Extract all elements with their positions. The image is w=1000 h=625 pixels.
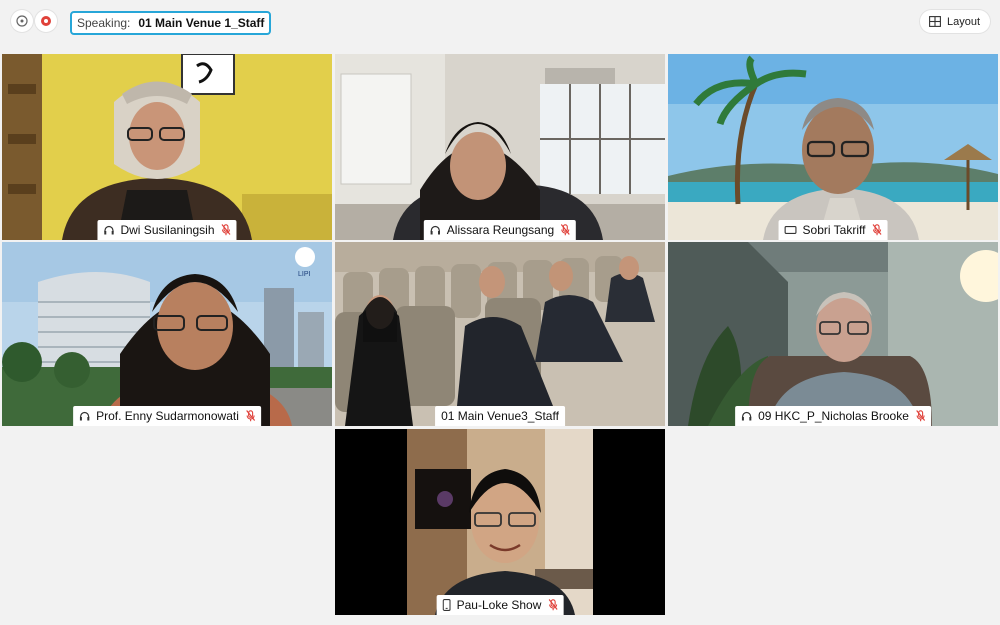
participant-name: Prof. Enny Sudarmonowati [96,409,239,423]
video-feed [335,242,665,426]
participant-nametag: Pau-Loke Show [436,595,564,615]
video-feed [668,242,998,426]
participant-name: Dwi Susilaningsih [120,223,215,237]
video-tile[interactable]: 01 Main Venue3_Staff [335,242,665,426]
participant-nametag: Alissara Reungsang [423,220,577,240]
video-tile[interactable]: Dwi Susilaningsih [2,54,332,240]
participant-name: 09 HKC_P_Nicholas Brooke [758,409,909,423]
video-tile[interactable]: Pau-Loke Show [335,429,665,615]
headset-icon [741,411,752,422]
info-button[interactable] [11,10,33,32]
mic-muted-icon [548,599,558,611]
participant-name: 01 Main Venue3_Staff [441,409,559,423]
info-icon [16,15,28,27]
mic-muted-icon [221,224,231,236]
video-icon [784,225,797,235]
layout-button[interactable]: Layout [919,10,990,33]
layout-label: Layout [946,15,980,28]
video-tile[interactable]: Sobri Takriff [668,54,998,240]
active-speaker-indicator: Speaking: 01 Main Venue 1_Staff [70,11,272,35]
mic-muted-icon [561,224,571,236]
participant-name: Sobri Takriff [802,223,866,237]
participant-nametag: 09 HKC_P_Nicholas Brooke [735,406,931,426]
mic-muted-icon [915,410,925,422]
speaking-label: Speaking: [77,16,131,30]
svg-text:LIPI: LIPI [298,271,311,278]
record-button[interactable] [35,10,57,32]
participant-nametag: 01 Main Venue3_Staff [435,406,565,426]
participant-name: Alissara Reungsang [446,223,555,237]
video-feed [668,54,998,240]
headset-icon [79,411,90,422]
video-tile[interactable]: LIPI Prof. Enny Sudarmonowati [2,242,332,426]
phone-icon [442,599,451,611]
video-feed [2,54,332,240]
headset-icon [103,225,114,236]
grid-icon [929,16,941,27]
participant-nametag: Sobri Takriff [778,220,888,240]
participant-nametag: Dwi Susilaningsih [97,220,237,240]
video-tile[interactable]: Alissara Reungsang [335,54,665,240]
mic-muted-icon [245,410,255,422]
video-feed [335,54,665,240]
speaking-name: 01 Main Venue 1_Staff [138,16,265,30]
video-feed [335,429,665,615]
participant-name: Pau-Loke Show [456,598,542,612]
mic-muted-icon [872,224,882,236]
participant-nametag: Prof. Enny Sudarmonowati [73,406,261,426]
video-feed: LIPI [2,242,332,426]
headset-icon [430,225,441,236]
top-toolbar: Speaking: 01 Main Venue 1_Staff Layout [0,0,1000,44]
record-icon [41,16,51,26]
video-tile[interactable]: 09 HKC_P_Nicholas Brooke [668,242,998,426]
